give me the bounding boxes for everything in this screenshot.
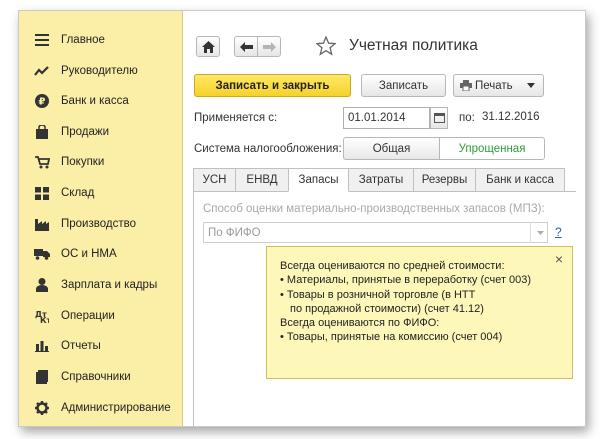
calendar-icon <box>433 113 445 123</box>
info-tooltip: Всегда оцениваются по средней стоимости:… <box>266 246 573 379</box>
tax-option-general[interactable]: Общая <box>343 137 440 160</box>
dropdown-button[interactable] <box>530 222 549 243</box>
back-button[interactable] <box>234 36 258 57</box>
tooltip-line: • Материалы, принятые в переработку (сче… <box>280 274 532 287</box>
sidebar-item-salary[interactable]: Зарплата и кадры <box>19 271 182 299</box>
tab-reserves[interactable]: Резервы <box>413 168 476 192</box>
sidebar-item-label: Отчеты <box>61 340 101 352</box>
inventory-method-label: Способ оценки материально-производственн… <box>203 203 545 215</box>
cart-icon <box>33 153 51 171</box>
sidebar-item-label: Справочники <box>61 371 131 383</box>
sidebar-item-sales[interactable]: Продажи <box>19 118 182 146</box>
sidebar-item-label: Руководителю <box>61 65 138 77</box>
sidebar-item-assets[interactable]: ОС и НМА <box>19 240 182 268</box>
save-and-close-button[interactable]: Записать и закрыть <box>194 74 351 97</box>
sidebar-item-reports[interactable]: Отчеты <box>19 332 182 360</box>
warehouse-icon <box>33 184 51 202</box>
factory-icon <box>33 215 51 233</box>
arrow-right-icon <box>262 41 276 52</box>
favorite-star-icon[interactable] <box>315 35 337 56</box>
chart-line-icon <box>33 62 51 80</box>
sidebar-item-label: Зарплата и кадры <box>61 279 158 291</box>
tooltip-line: Всегда оцениваются по ФИФО: <box>280 317 440 330</box>
tab-envd[interactable]: ЕНВД <box>235 168 289 192</box>
svg-text:₽: ₽ <box>39 97 46 108</box>
page-title: Учетная политика <box>349 37 478 54</box>
sidebar-item-references[interactable]: Справочники <box>19 363 182 391</box>
sidebar-item-director[interactable]: Руководителю <box>19 57 182 85</box>
ruble-coin-icon: ₽ <box>33 92 51 110</box>
sidebar-item-purchases[interactable]: Покупки <box>19 148 182 176</box>
tax-system-label: Система налогообложения: <box>194 143 342 155</box>
applies-from-label: Применяется с: <box>194 112 278 124</box>
home-button[interactable] <box>196 36 220 57</box>
calendar-button[interactable] <box>430 107 448 129</box>
sidebar-item-operations[interactable]: ДтКт Операции <box>19 302 182 330</box>
operations-icon: ДтКт <box>33 307 51 325</box>
to-date-value: 31.12.2016 <box>482 111 540 123</box>
tooltip-line: • Товары в розничной торговле (в НТТ <box>280 288 476 301</box>
chevron-down-icon <box>526 83 535 88</box>
sidebar-item-label: Производство <box>61 218 136 230</box>
tab-costs[interactable]: Затраты <box>348 168 414 192</box>
truck-icon <box>33 245 51 263</box>
printer-icon <box>460 80 472 91</box>
sidebar-item-production[interactable]: Производство <box>19 210 182 238</box>
print-label: Печать <box>475 79 513 92</box>
bar-chart-icon <box>33 337 51 355</box>
print-button[interactable]: Печать <box>453 74 544 97</box>
sidebar: Главное Руководителю ₽ Банк и касса Прод… <box>19 11 183 426</box>
sidebar-item-label: Главное <box>61 34 105 46</box>
sidebar-item-label: Администрирование <box>61 402 171 414</box>
book-icon <box>33 368 51 386</box>
forward-button[interactable] <box>257 36 281 57</box>
sidebar-item-warehouse[interactable]: Склад <box>19 179 182 207</box>
close-icon[interactable]: × <box>555 252 563 267</box>
sidebar-item-main[interactable]: Главное <box>19 26 182 54</box>
tooltip-line: • Товары, принятые на комиссию (счет 004… <box>280 331 503 344</box>
home-icon <box>201 40 215 53</box>
tooltip-line: по продажной стоимости) (счет 41.12) <box>290 302 484 315</box>
sidebar-item-label: Продажи <box>61 126 110 138</box>
sidebar-item-label: ОС и НМА <box>61 248 117 260</box>
sidebar-item-label: Банк и касса <box>61 95 129 107</box>
svg-text:Кт: Кт <box>40 316 49 323</box>
to-label: по: <box>459 112 475 124</box>
applies-from-date-input[interactable]: 01.01.2014 <box>343 107 430 129</box>
sidebar-item-label: Операции <box>61 310 115 322</box>
tab-usn[interactable]: УСН <box>193 168 236 192</box>
person-icon <box>33 276 51 294</box>
tax-option-simplified[interactable]: Упрощенная <box>439 137 545 160</box>
sidebar-item-admin[interactable]: Администрирование <box>19 394 182 422</box>
sidebar-item-label: Покупки <box>61 156 105 168</box>
arrow-left-icon <box>239 41 253 52</box>
save-button[interactable]: Записать <box>361 74 446 97</box>
tab-bank-cash[interactable]: Банк и касса <box>475 168 565 192</box>
inventory-method-select[interactable]: По ФИФО <box>203 222 548 243</box>
chevron-down-icon <box>536 230 544 235</box>
help-link[interactable]: ? <box>555 225 562 239</box>
app-window: Главное Руководителю ₽ Банк и касса Прод… <box>18 10 586 427</box>
menu-icon <box>33 31 51 49</box>
sidebar-item-bank[interactable]: ₽ Банк и касса <box>19 87 182 115</box>
gear-icon <box>33 399 51 417</box>
tab-inventory[interactable]: Запасы <box>288 168 349 192</box>
sidebar-item-label: Склад <box>61 187 95 199</box>
tooltip-line: Всегда оцениваются по средней стоимости: <box>280 260 505 272</box>
shopping-bag-icon <box>33 123 51 141</box>
